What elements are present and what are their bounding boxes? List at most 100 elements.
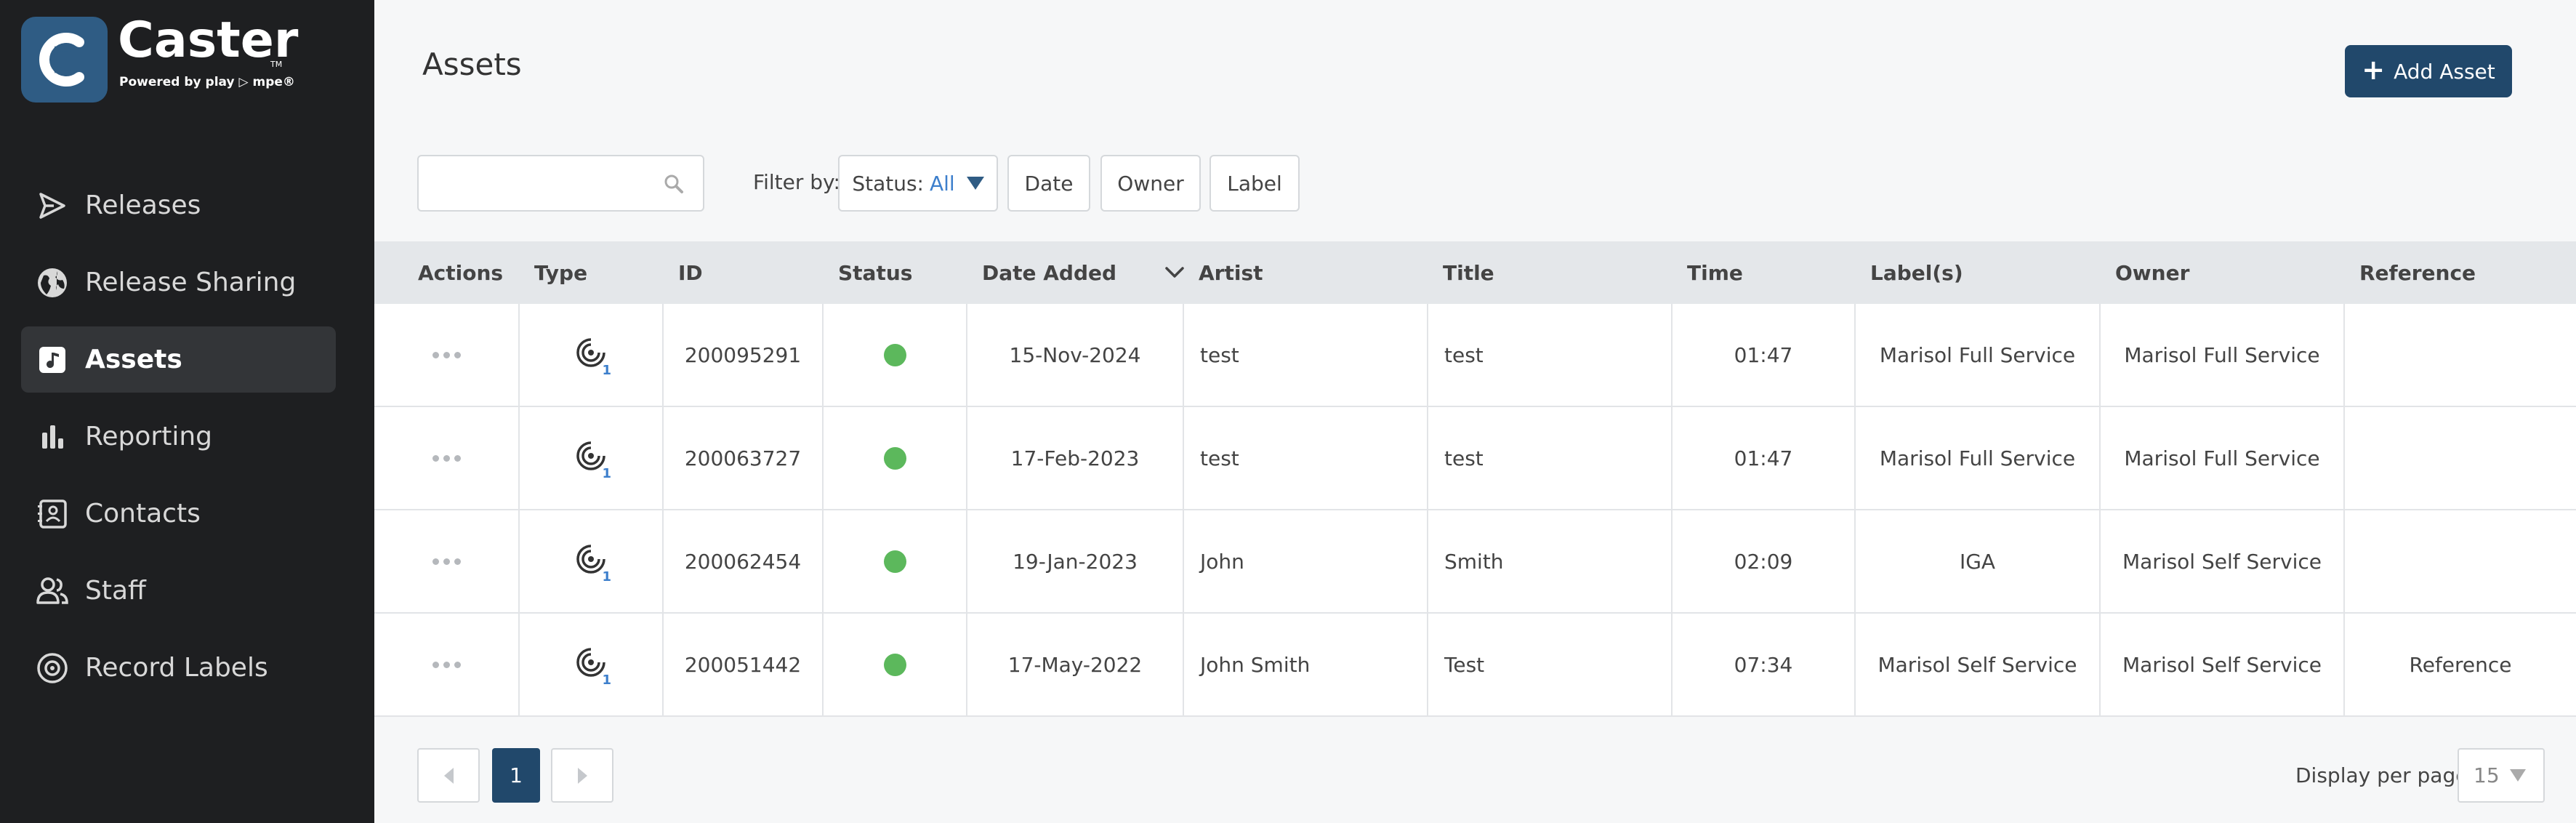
sidebar-item-label: Contacts: [85, 499, 201, 529]
users-icon: [36, 574, 69, 608]
sidebar-item-contacts[interactable]: Contacts: [21, 481, 336, 547]
title-cell: Smith: [1428, 510, 1673, 612]
column-header-artist: Artist: [1199, 260, 1263, 285]
title-cell: test: [1428, 407, 1673, 509]
actions-cell: [374, 304, 520, 406]
owner-filter-button[interactable]: Owner: [1100, 155, 1201, 212]
id-text: 200062454: [684, 549, 802, 574]
asset-count-badge: 1: [602, 362, 611, 378]
id-text: 200051442: [684, 652, 802, 677]
date-cell: 19-Jan-2023: [967, 510, 1184, 612]
column-header-status: Status: [838, 260, 913, 285]
sidebar: Caster TM Powered by play ▷ mpe® Release…: [0, 0, 374, 823]
caster-logo-icon[interactable]: [21, 17, 108, 103]
search-icon: [664, 174, 684, 197]
audio-asset-icon: 1: [575, 543, 611, 585]
labels-cell: IGA: [1856, 510, 2101, 612]
owner-cell: Marisol Self Service: [2101, 614, 2345, 715]
assets-table: Actions Type ID Status Date Added Artist…: [374, 241, 2576, 717]
reference-cell: [2345, 407, 2576, 509]
more-actions-icon[interactable]: [432, 661, 461, 668]
sidebar-item-record-labels[interactable]: Record Labels: [21, 635, 336, 701]
chevron-left-icon: [443, 767, 454, 784]
filter-label: Filter by:: [753, 170, 840, 194]
sidebar-item-releases[interactable]: Releases: [21, 172, 336, 238]
date-filter-button[interactable]: Date: [1007, 155, 1090, 212]
id-cell: 200062454: [664, 510, 824, 612]
time-cell: 01:47: [1673, 407, 1856, 509]
page-button-1[interactable]: 1: [492, 748, 540, 803]
table-row[interactable]: 1 200062454 19-Jan-2023 John Smith 02:09 IGA Ma…: [374, 510, 2576, 614]
sort-chevron-down-icon: [1164, 266, 1185, 279]
artist-cell: test: [1184, 407, 1428, 509]
column-header-time: Time: [1687, 260, 1743, 285]
status-cell: [824, 510, 967, 612]
labels-cell: Marisol Full Service: [1856, 304, 2101, 406]
type-cell: 1: [520, 304, 664, 406]
labels-cell: Marisol Full Service: [1856, 407, 2101, 509]
sidebar-item-reporting[interactable]: Reporting: [21, 404, 336, 470]
more-actions-icon[interactable]: [432, 351, 461, 358]
brand-tm: TM: [270, 60, 283, 69]
label-filter-label: Label: [1227, 171, 1282, 196]
owner-text: Marisol Self Service: [2122, 652, 2322, 677]
owner-cell: Marisol Self Service: [2101, 510, 2345, 612]
reference-cell: Reference: [2345, 614, 2576, 715]
time-text: 02:09: [1734, 549, 1793, 574]
owner-text: Marisol Full Service: [2124, 446, 2320, 470]
sidebar-item-label: Assets: [85, 345, 182, 374]
title-text: Test: [1444, 652, 1485, 677]
reference-text: Reference: [2409, 652, 2512, 677]
column-header-id: ID: [678, 260, 703, 285]
next-page-button[interactable]: [551, 748, 613, 803]
sidebar-item-release-sharing[interactable]: Release Sharing: [21, 249, 336, 316]
sidebar-item-label: Record Labels: [85, 653, 268, 683]
status-cell: [824, 614, 967, 715]
date-filter-label: Date: [1024, 171, 1074, 196]
column-header-reference: Reference: [2359, 260, 2476, 285]
main-content: Assets + Add Asset Filter by: Status: Al…: [374, 0, 2576, 823]
table-row[interactable]: 1 200063727 17-Feb-2023 test test 01:47 Mariso…: [374, 407, 2576, 510]
date-cell: 17-Feb-2023: [967, 407, 1184, 509]
sidebar-item-label: Release Sharing: [85, 268, 297, 297]
time-text: 01:47: [1734, 342, 1793, 367]
audio-asset-icon: 1: [575, 337, 611, 378]
sidebar-item-assets[interactable]: Assets: [21, 326, 336, 393]
labels-cell: Marisol Self Service: [1856, 614, 2101, 715]
record-icon: [36, 651, 69, 685]
previous-page-button[interactable]: [417, 748, 480, 803]
labels-text: Marisol Self Service: [1877, 652, 2077, 677]
status-filter-dropdown[interactable]: Status: All: [838, 155, 998, 212]
reference-cell: [2345, 510, 2576, 612]
more-actions-icon[interactable]: [432, 454, 461, 462]
search-input[interactable]: [417, 155, 704, 212]
per-page-select[interactable]: 15: [2458, 748, 2545, 803]
more-actions-icon[interactable]: [432, 558, 461, 565]
asset-count-badge: 1: [602, 672, 611, 688]
id-cell: 200095291: [664, 304, 824, 406]
plus-icon: +: [2362, 54, 2386, 86]
sidebar-nav: Releases Release Sharing Assets Reportin…: [21, 172, 336, 712]
add-asset-button[interactable]: + Add Asset: [2345, 45, 2512, 97]
column-header-date-added[interactable]: Date Added: [982, 241, 1185, 304]
chevron-right-icon: [577, 767, 587, 784]
status-cell: [824, 407, 967, 509]
title-text: test: [1444, 446, 1484, 470]
title-text: test: [1444, 342, 1484, 367]
globe-icon: [36, 266, 69, 300]
actions-cell: [374, 614, 520, 715]
column-header-actions: Actions: [418, 260, 504, 285]
date-text: 19-Jan-2023: [1013, 549, 1138, 574]
artist-text: John Smith: [1200, 652, 1311, 677]
bar-chart-icon: [36, 420, 69, 454]
contact-card-icon: [36, 497, 69, 531]
sidebar-item-staff[interactable]: Staff: [21, 558, 336, 624]
chevron-down-icon: [2509, 769, 2526, 782]
status-cell: [824, 304, 967, 406]
table-row[interactable]: 1 200051442 17-May-2022 John Smith Test 07:34…: [374, 614, 2576, 717]
time-text: 01:47: [1734, 446, 1793, 470]
time-cell: 07:34: [1673, 614, 1856, 715]
status-indicator: [883, 653, 906, 676]
label-filter-button[interactable]: Label: [1209, 155, 1300, 212]
table-row[interactable]: 1 200095291 15-Nov-2024 test test 01:47 Mariso…: [374, 304, 2576, 407]
